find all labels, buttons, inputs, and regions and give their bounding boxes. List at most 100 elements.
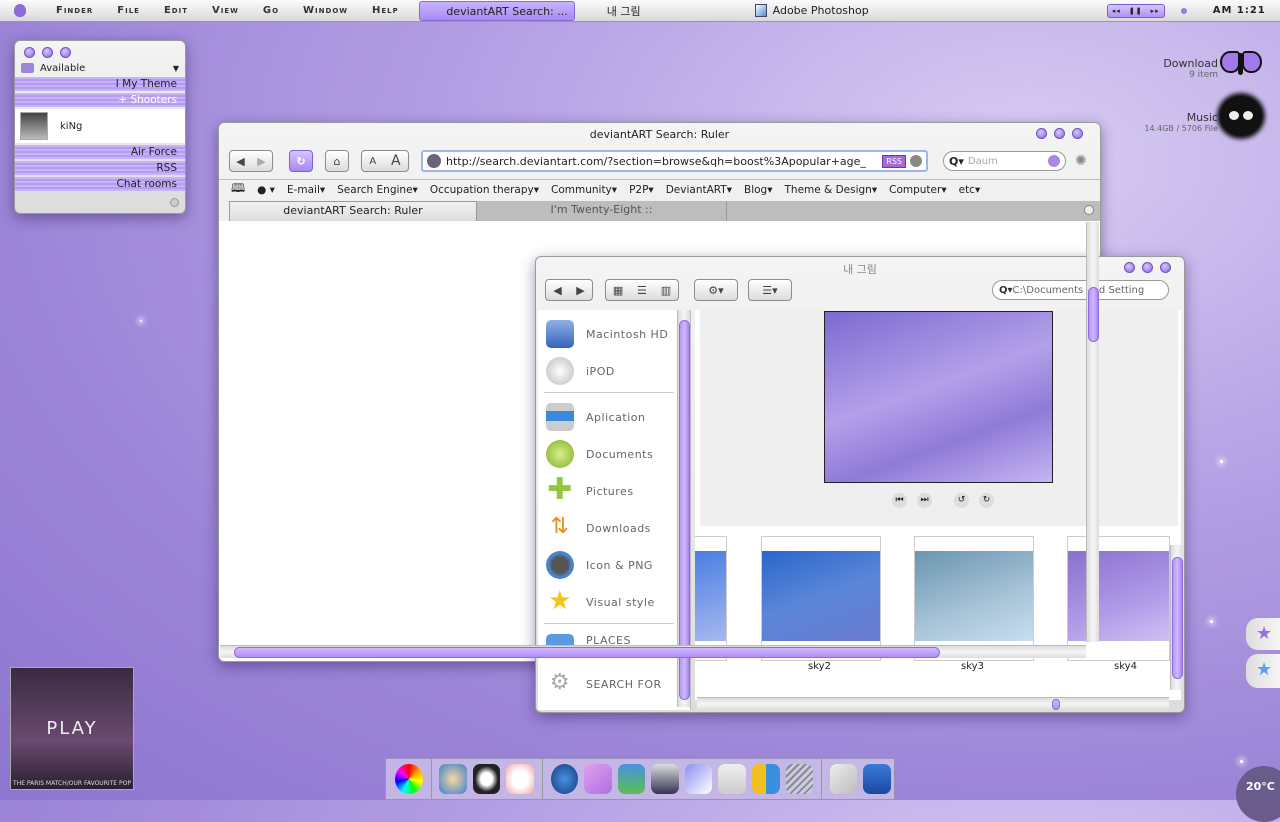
status-dot-icon[interactable]: [1180, 7, 1187, 14]
menu-window[interactable]: Window: [303, 5, 348, 16]
bookmark-blog[interactable]: Blog▾: [744, 184, 773, 196]
bookmark-occupation-therapy[interactable]: Occupation therapy▾: [430, 184, 539, 196]
scrollbar-thumb[interactable]: [1172, 557, 1183, 679]
thumbnail-sky3[interactable]: [914, 536, 1034, 661]
previous-image-button[interactable]: ⏮: [892, 493, 907, 508]
rotate-left-button[interactable]: ↺: [954, 493, 969, 508]
sidebar-item-visual-style[interactable]: ★ Visual style: [546, 588, 655, 616]
scrollbar-thumb[interactable]: [1088, 287, 1099, 342]
arrange-button[interactable]: ☰▾: [748, 279, 792, 301]
menu-go[interactable]: Go: [263, 5, 279, 16]
sidebar-item-search-for[interactable]: ⚙ SEARCH FOR: [546, 670, 662, 698]
photos-icon[interactable]: [617, 764, 646, 794]
scrollbar-thumb[interactable]: [679, 320, 690, 700]
search-value[interactable]: C:\Documents and Setting: [1013, 285, 1145, 296]
tab-twenty-eight[interactable]: I'm Twenty-Eight ::: [477, 201, 727, 221]
group-my-theme[interactable]: I My Theme: [15, 77, 185, 91]
resize-icon[interactable]: [170, 198, 179, 207]
minimize-button[interactable]: [1124, 262, 1135, 273]
thumbnail-sky4[interactable]: [1067, 536, 1170, 661]
search-field[interactable]: Q▾ Daum: [943, 151, 1066, 171]
bookmark-computer[interactable]: Computer▾: [889, 184, 946, 196]
taskbar-browser[interactable]: deviantART Search: ...: [418, 0, 575, 21]
music-widget[interactable]: Music 14.4GB / 5706 File: [1144, 111, 1218, 133]
bookmarks-book-icon[interactable]: 🕮: [231, 179, 245, 200]
group-rss[interactable]: RSS: [15, 161, 185, 175]
menu-edit[interactable]: Edit: [164, 5, 188, 16]
url-text[interactable]: http://search.deviantart.com/?section=br…: [446, 155, 882, 168]
zoom-button[interactable]: [1054, 128, 1065, 139]
group-chat-rooms[interactable]: Chat rooms: [15, 177, 185, 191]
slippers-icon[interactable]: [584, 764, 612, 794]
thumbnail-sky1[interactable]: [695, 536, 727, 661]
sidebar-item-aplication[interactable]: Aplication: [546, 403, 645, 431]
taskbar-photoshop[interactable]: Adobe Photoshop: [773, 4, 869, 17]
refresh-url-icon[interactable]: [910, 155, 922, 167]
thumbnail-sky2[interactable]: [761, 536, 881, 661]
folders-icon[interactable]: [752, 764, 780, 794]
bookmark-apple[interactable]: ● ▾: [257, 184, 275, 196]
soot-sprite-icon[interactable]: [1220, 96, 1262, 136]
reload-button[interactable]: ↻: [289, 150, 313, 172]
taskbar-finder[interactable]: 내 그림: [607, 3, 641, 19]
menu-view[interactable]: View: [212, 5, 239, 16]
group-air-force[interactable]: Air Force: [15, 145, 185, 159]
finder-apple-icon[interactable]: [863, 764, 891, 794]
forward-button[interactable]: ▶: [576, 284, 584, 297]
rss-button[interactable]: RSS: [882, 154, 906, 168]
utility-icon[interactable]: [651, 764, 679, 794]
prev-button[interactable]: ◂◂: [1112, 5, 1121, 17]
bookmark-email[interactable]: E-mail▾: [287, 184, 325, 196]
content-horizontal-scrollbar[interactable]: [697, 697, 1169, 710]
text-larger-button[interactable]: A: [391, 153, 401, 169]
pororo-icon[interactable]: [439, 764, 467, 794]
calimero-icon[interactable]: [472, 764, 501, 794]
next-button[interactable]: ▸▸: [1151, 5, 1160, 17]
home-button[interactable]: ⌂: [325, 150, 349, 172]
zoom-button[interactable]: [1142, 262, 1153, 273]
minimize-button[interactable]: [1036, 128, 1047, 139]
action-gear-button[interactable]: ⚙▾: [694, 279, 738, 301]
text-smaller-button[interactable]: A: [369, 156, 376, 167]
icon-view-icon[interactable]: ▦: [613, 284, 623, 297]
menu-file[interactable]: File: [117, 5, 140, 16]
address-bar[interactable]: http://search.deviantart.com/?section=br…: [421, 150, 928, 172]
play-label[interactable]: PLAY: [11, 718, 133, 739]
browser-vertical-scrollbar[interactable]: [1086, 222, 1099, 642]
tab-deviantart[interactable]: deviantART Search: Ruler: [229, 201, 477, 221]
apple-menu-icon[interactable]: [14, 4, 26, 17]
status-selector[interactable]: Available ▼: [15, 61, 185, 75]
preview-image[interactable]: [824, 311, 1053, 483]
close-button[interactable]: [1072, 128, 1083, 139]
sidebar-item-ipod[interactable]: iPOD: [546, 357, 615, 385]
globe-icon[interactable]: [550, 764, 579, 794]
browser-horizontal-scrollbar[interactable]: [220, 645, 1086, 658]
content-vertical-scrollbar[interactable]: [1170, 545, 1183, 690]
forward-button[interactable]: ▶: [257, 155, 265, 168]
bookmark-theme-design[interactable]: Theme & Design▾: [785, 184, 878, 196]
butterfly-icon[interactable]: [1218, 45, 1264, 81]
rotate-right-button[interactable]: ↻: [979, 493, 994, 508]
sidebar-item-macintosh-hd[interactable]: Macintosh HD: [546, 320, 668, 348]
next-image-button[interactable]: ⏭: [917, 493, 932, 508]
bookmark-deviantart[interactable]: DeviantART▾: [666, 184, 732, 196]
close-button[interactable]: [1160, 262, 1171, 273]
pen-tablet-icon[interactable]: [684, 764, 713, 794]
menu-help[interactable]: Help: [372, 5, 399, 16]
tab-overflow-icon[interactable]: [1084, 205, 1094, 215]
scrollbar-thumb[interactable]: [1052, 699, 1060, 710]
star-tab-purple[interactable]: ★: [1246, 618, 1280, 650]
sidebar-item-pictures[interactable]: ✚ Pictures: [546, 475, 634, 505]
color-wheel-icon[interactable]: [395, 764, 423, 794]
menu-finder[interactable]: Finder: [56, 5, 93, 16]
pause-button[interactable]: ❚❚: [1129, 5, 1143, 17]
download-widget[interactable]: Download 9 item: [1163, 57, 1218, 80]
sidebar-item-icon-png[interactable]: Icon & PNG: [546, 551, 653, 579]
search-go-icon[interactable]: [1048, 155, 1060, 167]
keyboard-icon[interactable]: [785, 764, 814, 794]
group-shooters[interactable]: + Shooters: [15, 93, 185, 107]
scrollbar-thumb[interactable]: [234, 647, 940, 658]
miffy-icon[interactable]: [506, 764, 534, 794]
macbook-icon[interactable]: [829, 764, 858, 794]
bookmark-search-engine[interactable]: Search Engine▾: [337, 184, 418, 196]
